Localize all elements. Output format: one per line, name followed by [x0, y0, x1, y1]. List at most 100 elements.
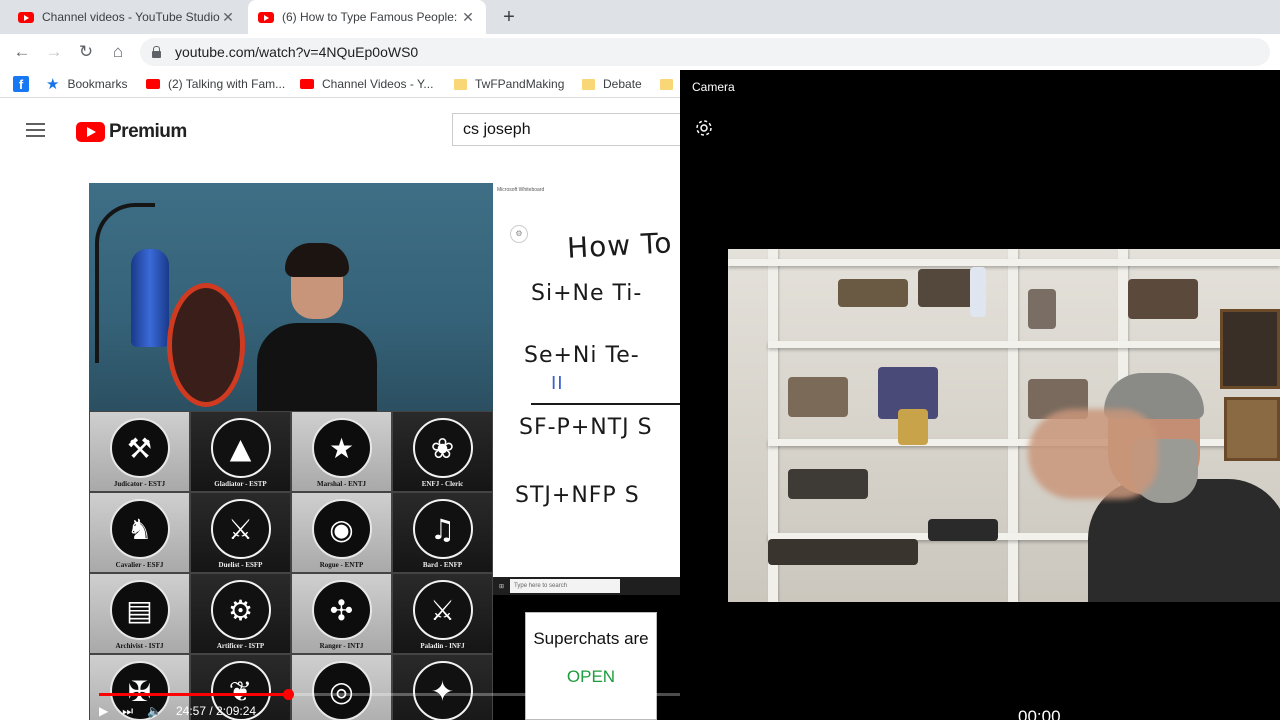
folder-icon [454, 78, 467, 90]
bookmark-facebook[interactable]: f [13, 70, 37, 98]
microphone [131, 249, 169, 347]
whiteboard-title: Microsoft Whiteboard [497, 187, 545, 193]
video-webcam-scene [89, 183, 493, 411]
archetype-emblem-icon: ⚒ [109, 418, 170, 478]
folder-icon [582, 78, 595, 90]
archetype-card: ⚙ Artificer - ISTP [190, 573, 291, 654]
bookmark-twfpandmaking[interactable]: TwFPandMaking [454, 70, 564, 98]
archetype-card: ❀ ENFJ - Cleric [392, 411, 493, 492]
bookmark-label: Channel Videos - Y... [322, 77, 434, 91]
gear-icon[interactable] [694, 118, 714, 138]
archetype-emblem-icon: ▲ [210, 418, 271, 478]
video-player[interactable]: ⚒ Judicator - ESTJ ▲ Gladiator - ESTP ★ Marsh… [89, 183, 680, 720]
next-icon[interactable]: ⏭ [122, 704, 133, 719]
star-icon: ★ [46, 76, 60, 93]
archetype-label: Artificer - ISTP [216, 642, 265, 650]
archetype-card: ⚔ Duelist - ESFP [190, 492, 291, 573]
archetype-card: ♞ Cavalier - ESFJ [89, 492, 190, 573]
forward-arrow-icon[interactable]: → [42, 40, 66, 64]
windows-taskbar: ⊞ Type here to search [493, 577, 680, 595]
progress-fill [99, 693, 288, 696]
youtube-masthead: Premium cs joseph [0, 99, 692, 163]
tab-active-video[interactable]: (6) How to Type Famous People: Ezra Klei… [248, 0, 486, 34]
archetype-emblem-icon: ◉ [311, 499, 372, 559]
youtube-icon [76, 122, 105, 142]
camera-app: Camera 00:00 [680, 70, 1280, 720]
youtube-icon [18, 11, 34, 23]
handwriting-line: STJ+NFP S [515, 483, 640, 508]
facebook-icon: f [13, 76, 29, 92]
bookmark-channel-videos[interactable]: Channel Videos - Y... [300, 70, 433, 98]
archetype-emblem-icon: ★ [311, 418, 372, 478]
new-tab-button[interactable]: + [498, 6, 520, 28]
archetype-label: Rogue - ENTP [319, 561, 364, 569]
archetype-emblem-icon: ✣ [311, 580, 372, 640]
archetype-card: ◎ [291, 654, 392, 720]
camera-feed [728, 249, 1280, 602]
bookmark-label: Bookmarks [67, 77, 128, 91]
address-bar[interactable]: youtube.com/watch?v=4NQuEp0oWS0 [140, 38, 1270, 66]
tab-strip: Channel videos - YouTube Studio ✕ (6) Ho… [0, 0, 1280, 34]
player-controls: ▶ ⏭ 🔈 24:57 / 2:09:24 [99, 701, 270, 720]
archetype-emblem-icon: ⚙ [210, 580, 271, 640]
archetype-card: ★ Marshal - ENTJ [291, 411, 392, 492]
divider [531, 403, 680, 405]
youtube-icon [300, 79, 314, 89]
back-arrow-icon[interactable]: ← [10, 40, 34, 64]
archetype-emblem-icon: ✦ [412, 661, 473, 720]
archetype-card: ♫ Bard - ENFP [392, 492, 493, 573]
search-input[interactable]: cs joseph [452, 113, 692, 146]
youtube-premium-logo[interactable]: Premium [76, 121, 187, 143]
handwriting-line: II [551, 373, 564, 394]
archetype-emblem-icon: ♫ [412, 499, 473, 559]
bookmark-bookmarks[interactable]: ★ Bookmarks [46, 70, 127, 98]
archetype-emblem-icon: ♞ [109, 499, 170, 559]
handwriting-line: Si+Ne Ti- [531, 281, 643, 306]
handwriting-line: How To [566, 226, 674, 265]
bookmark-folder[interactable] [660, 70, 681, 98]
folder-icon [660, 78, 673, 90]
volume-icon[interactable]: 🔈 [147, 704, 162, 718]
superchat-card: Superchats are OPEN [525, 612, 657, 720]
archetype-card: ⚒ Judicator - ESTJ [89, 411, 190, 492]
bookmark-debate[interactable]: Debate [582, 70, 642, 98]
superchat-line2: OPEN [566, 667, 616, 686]
archetype-label: ENFJ - Cleric [421, 480, 464, 488]
menu-icon[interactable] [26, 123, 45, 137]
screen: Channel videos - YouTube Studio ✕ (6) Ho… [0, 0, 1280, 720]
close-icon[interactable]: ✕ [220, 9, 236, 26]
recording-timer: 00:00 [1018, 707, 1061, 720]
archetype-card: ▲ Gladiator - ESTP [190, 411, 291, 492]
archetype-emblem-icon: ⚔ [412, 580, 473, 640]
archetype-emblem-icon: ▤ [109, 580, 170, 640]
lock-icon [152, 45, 161, 58]
handwriting-line: SF-P+NTJ S [519, 415, 653, 440]
bookmark-talking-with-fam[interactable]: (2) Talking with Fam... [146, 70, 285, 98]
progress-bar[interactable] [99, 689, 680, 700]
play-icon[interactable]: ▶ [99, 704, 108, 718]
archetype-label: Paladin - INFJ [420, 642, 465, 650]
archetype-label: Cavalier - ESFJ [115, 561, 164, 569]
whiteboard-tool-icon: ⚙ [510, 225, 528, 243]
archetype-grid: ⚒ Judicator - ESTJ ▲ Gladiator - ESTP ★ Marsh… [89, 411, 493, 720]
tab-title: Channel videos - YouTube Studio [42, 10, 220, 24]
home-icon[interactable]: ⌂ [106, 40, 130, 64]
archetype-label: Gladiator - ESTP [214, 480, 267, 488]
youtube-icon [146, 79, 160, 89]
host-person [257, 243, 377, 411]
youtube-icon [258, 11, 274, 23]
archetype-label: Judicator - ESTJ [113, 480, 166, 488]
archetype-card: ▤ Archivist - ISTJ [89, 573, 190, 654]
url-text: youtube.com/watch?v=4NQuEp0oWS0 [175, 44, 419, 60]
close-icon[interactable]: ✕ [460, 9, 476, 26]
archetype-emblem-icon: ⚔ [210, 499, 271, 559]
youtube-page: Premium cs joseph ⚒ Judicator - ESTJ ▲ Glad… [0, 99, 692, 720]
bookmark-label: Debate [603, 77, 642, 91]
reload-icon[interactable]: ↻ [74, 40, 98, 64]
time-display: 24:57 / 2:09:24 [176, 704, 257, 718]
taskbar-search: Type here to search [510, 579, 621, 593]
tab-youtube-studio[interactable]: Channel videos - YouTube Studio ✕ [8, 0, 246, 34]
archetype-emblem-icon: ❀ [412, 418, 473, 478]
archetype-emblem-icon: ◎ [311, 661, 372, 720]
logo-text: Premium [109, 121, 187, 142]
